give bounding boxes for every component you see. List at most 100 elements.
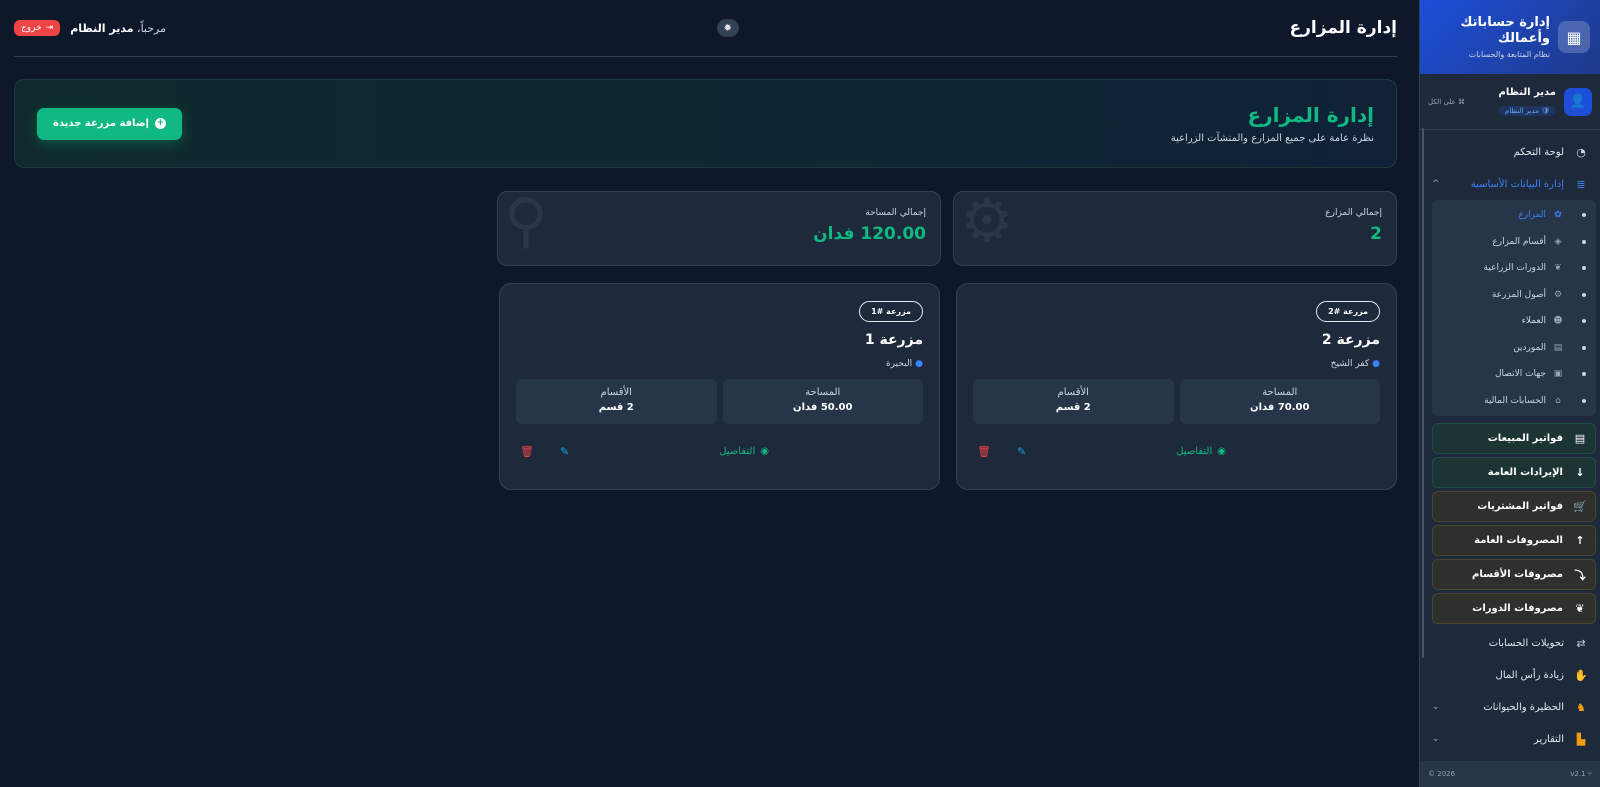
brand-subtitle: نظام المتابعة والحسابات [1468,50,1550,59]
delete-icon[interactable]: 🗑 [977,445,991,458]
sidebar-item-master-data[interactable]: ≣ إدارة البيانات الأساسية ^ [1420,168,1600,200]
sidebar-item-sales-invoices[interactable]: ▤ فواتير المبيعات [1432,423,1596,454]
eye-icon: ◉ [1217,446,1226,457]
gears-icon: ⚙ [1553,289,1563,300]
brand-title: إدارة حساباتك وأعمالك [1460,15,1551,46]
farm-name: مزرعة 2 [1321,332,1380,348]
user-avatar-icon: 👤 [1564,87,1592,116]
sidebar-item-general-revenue[interactable]: ↓ الإيرادات العامة [1432,457,1596,488]
page-title: إدارة المزارع [1289,18,1397,38]
hero-banner: إدارة المزارع نظرة عامة على جميع المزارع… [14,79,1397,168]
farm-sections-metric: الأقسام 2 قسم [973,379,1174,424]
map-pin-icon: ● [1372,359,1380,369]
farm-id-badge: مزرعة #2 [1316,301,1380,322]
sidebar-item-capital-increase[interactable]: ✋ زيادة رأس المال [1420,659,1600,691]
main-content: إدارة المزارع ✹ مرحباً، مدير النظام ⇥ خر… [0,0,1419,787]
map-pin-icon: ⚲ [504,191,548,256]
sidebar-item-general-expenses[interactable]: ↑ المصروفات العامة [1432,525,1596,556]
user-greeting-area: مرحباً، مدير النظام ⇥ خروج [14,20,166,36]
chevron-down-icon: ⌄ [1432,702,1440,712]
layers-icon: ◈ [1554,236,1562,247]
user-box: 👤 مدير النظام 🛡 مدير النظام ⌘ على الكل [1420,74,1600,130]
copyright-label: 2026 © [1428,770,1456,778]
leaf-icon: ❦ [1554,263,1562,274]
bank-icon: ⌂ [1555,395,1561,406]
hero-subtitle: نظرة عامة على جميع المزارع والمنشآت الزر… [1170,133,1374,144]
hand-money-icon: ✋ [1574,668,1588,682]
sidebar-subitem-assets[interactable]: ⚙ أصول المزرعة [1432,282,1596,309]
user-name: مدير النظام [1498,86,1556,98]
chart-icon: ▙ [1576,732,1586,746]
truck-icon: ▤ [1553,342,1563,353]
farm-location: ● كفر الشيخ [1330,359,1380,369]
logout-button[interactable]: ⇥ خروج [14,20,61,36]
farm-sections-metric: الأقسام 2 قسم [516,379,717,424]
theme-toggle-button[interactable]: ✹ [716,19,739,37]
chevron-down-icon: ⌄ [1432,734,1440,744]
add-farm-button[interactable]: + إضافة مزرعة جديدة [37,107,182,140]
farm-cards: مزرعة #2 مزرعة 2 ● كفر الشيخ المساحة 70.… [14,283,1397,490]
gears-icon: ⚙ [960,191,1014,256]
calculator-icon: ▦ [1558,21,1590,53]
stats-row: ⚙ إجمالي المزارع 2 ⚲ إجمالي المساحة 120.… [14,191,1397,266]
version-label: ⑂ v2.1 [1570,770,1592,778]
exchange-icon: ⇄ [1576,636,1586,650]
farm-name: مزرعة 1 [864,332,923,348]
delete-icon[interactable]: 🗑 [520,445,534,458]
farm-card: مزرعة #2 مزرعة 2 ● كفر الشيخ المساحة 70.… [956,283,1397,490]
plus-icon: + [154,118,166,129]
user-scope: ⌘ على الكل [1428,97,1466,106]
edit-icon[interactable]: ✎ [560,445,569,458]
sidebar-subitem-farms[interactable]: ✿ المزارع [1432,202,1596,229]
map-pin-icon: ● [915,359,923,369]
eye-icon: ◉ [760,446,769,457]
farm-details-link[interactable]: ◉ التفاصيل [1026,446,1376,457]
arrow-up-icon: ↑ [1575,534,1585,547]
chevron-up-icon: ^ [1432,179,1440,189]
sidebar-item-dashboard[interactable]: ◔ لوحة التحكم [1420,136,1600,168]
sidebar-item-purchase-invoices[interactable]: 🛒 فواتير المشتريات [1432,491,1596,522]
sidebar-brand: ▦ إدارة حساباتك وأعمالك نظام المتابعة وا… [1420,0,1600,74]
farm-card: مزرعة #1 مزرعة 1 ● البحيرة المساحة 50.00… [499,283,940,490]
sidebar-item-cycle-expenses[interactable]: ❦ مصروفات الدورات [1432,593,1596,624]
sidebar-subitem-customers[interactable]: ☻ العملاء [1432,308,1596,335]
stat-total-area: ⚲ إجمالي المساحة 120.00 فدان [497,191,941,266]
database-icon: ≣ [1576,177,1586,191]
sidebar: ▦ إدارة حساباتك وأعمالك نظام المتابعة وا… [1419,0,1600,787]
sidebar-item-livestock[interactable]: ♞ الحظيرة والحيوانات ⌄ [1420,691,1600,723]
leaf-icon: ❦ [1575,602,1585,615]
hero-title: إدارة المزارع [1247,103,1374,127]
stat-total-farms: ⚙ إجمالي المزارع 2 [953,191,1397,266]
address-book-icon: ▣ [1553,369,1563,380]
farm-details-link[interactable]: ◉ التفاصيل [569,446,919,457]
sidebar-subitem-contacts[interactable]: ▣ جهات الاتصال [1432,361,1596,388]
edit-icon[interactable]: ✎ [1017,445,1026,458]
logout-icon: ⇥ [45,23,54,33]
sidebar-item-section-expenses[interactable]: ⤵ مصروفات الأقسام [1432,559,1596,590]
sidebar-subitem-accounts[interactable]: ⌂ الحسابات المالية [1432,388,1596,415]
split-arrow-icon: ⤵ [1574,568,1586,582]
farm-location: ● البحيرة [885,359,923,369]
seedling-icon: ✿ [1554,210,1562,221]
sidebar-nav: ◔ لوحة التحكم ≣ إدارة البيانات الأساسية … [1420,130,1600,761]
sidebar-subitem-cycles[interactable]: ❦ الدورات الزراعية [1432,255,1596,282]
sidebar-item-reports[interactable]: ▙ التقارير ⌄ [1420,723,1600,755]
sun-icon: ✹ [723,22,732,34]
master-data-submenu: ✿ المزارع ◈ أقسام المزارع ❦ الدورات الزر… [1432,200,1596,416]
users-icon: ☻ [1553,316,1563,327]
sidebar-scrollbar[interactable] [1422,128,1424,658]
user-role-badge: 🛡 مدير النظام [1499,105,1556,116]
cart-icon: 🛒 [1573,500,1587,513]
farm-area-metric: المساحة 50.00 فدان [722,379,923,424]
farm-id-badge: مزرعة #1 [859,301,923,322]
dashboard-icon: ◔ [1576,145,1586,159]
welcome-text: مرحباً، مدير النظام [70,21,166,35]
farm-area-metric: المساحة 70.00 فدان [1179,379,1380,424]
sidebar-subitem-suppliers[interactable]: ▤ الموردين [1432,335,1596,362]
top-bar: إدارة المزارع ✹ مرحباً، مدير النظام ⇥ خر… [14,0,1397,57]
invoice-icon: ▤ [1574,432,1586,445]
sidebar-subitem-farm-sections[interactable]: ◈ أقسام المزارع [1432,229,1596,256]
sidebar-item-transfers[interactable]: ⇄ تحويلات الحسابات [1420,627,1600,659]
horse-icon: ♞ [1576,700,1586,714]
sidebar-footer: ⑂ v2.1 2026 © [1420,761,1600,787]
